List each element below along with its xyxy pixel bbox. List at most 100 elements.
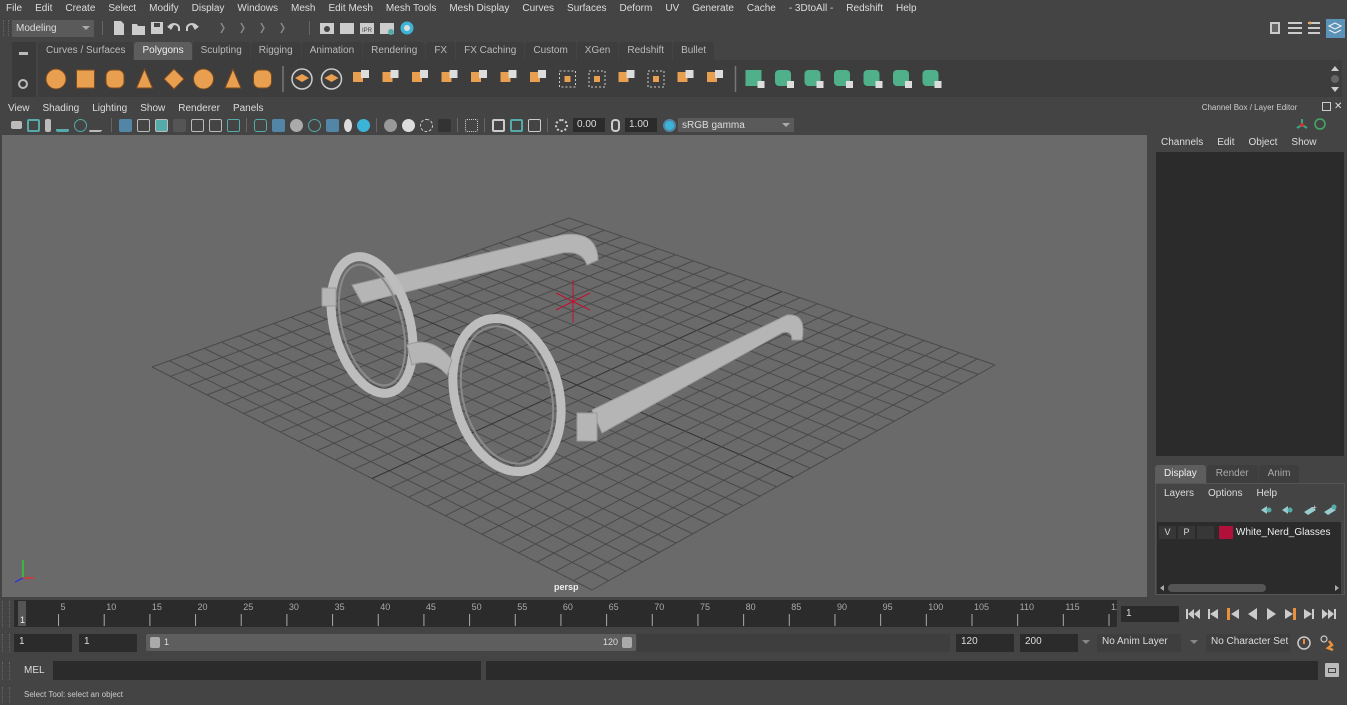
panel-menu-renderer[interactable]: Renderer [178,103,220,114]
menu-redshift[interactable]: Redshift [846,3,883,14]
extract-icon[interactable] [412,69,428,82]
uv-automatic-icon[interactable] [834,69,853,88]
quad-draw-icon[interactable] [707,69,723,82]
layer-menu-options[interactable]: Options [1208,488,1242,499]
exposure-field[interactable]: 0.00 [573,118,605,132]
layer-playback-toggle[interactable]: P [1178,525,1195,539]
playback-start-field[interactable]: 1 [79,634,137,652]
layer-visibility-toggle[interactable]: V [1159,525,1176,539]
layer-tab-render[interactable]: Render [1206,465,1258,483]
menu-cache[interactable]: Cache [747,3,776,14]
layer-tab-anim[interactable]: Anim [1258,465,1300,483]
character-set-select[interactable]: No Character Set [1206,634,1290,652]
shelf-tab-custom[interactable]: Custom [525,42,576,60]
scroll-left-icon[interactable] [1160,585,1164,591]
shelf-tab-redshift[interactable]: Redshift [619,42,673,60]
grid-icon[interactable] [118,118,132,132]
new-scene-icon[interactable] [114,21,124,35]
layer-menu-help[interactable]: Help [1256,488,1277,499]
panel-menu-show[interactable]: Show [140,103,165,114]
field-chart-icon[interactable] [190,118,204,132]
anim-layer-dropdown-arrow[interactable] [1082,640,1090,644]
menu-mesh-tools[interactable]: Mesh Tools [386,3,436,14]
scroll-right-icon[interactable] [1335,585,1339,591]
attribute-editor-icon[interactable] [1288,22,1302,34]
poly-sphere-icon[interactable] [45,68,67,89]
wireframe-on-shaded-icon[interactable] [307,118,321,132]
anim-layer-select[interactable]: No Anim Layer [1097,634,1181,652]
shelf-tab-fx[interactable]: FX [426,42,456,60]
undo-icon[interactable] [167,23,180,31]
append-icon[interactable] [618,69,635,82]
move-layer-down-icon[interactable] [1282,506,1293,514]
shelf-tab-bullet[interactable]: Bullet [673,42,715,60]
view-transform-select[interactable]: sRGB gamma [678,118,794,132]
play-forwards-icon[interactable] [1267,608,1276,620]
menu-mesh[interactable]: Mesh [291,3,315,14]
gate-mask-icon[interactable] [172,118,186,132]
render-frame-icon[interactable] [340,23,354,34]
range-start-handle[interactable] [150,637,160,648]
poly-cone-icon[interactable] [135,67,154,88]
screen-space-ao-icon[interactable] [383,118,397,132]
poly-plane-icon[interactable] [163,67,185,90]
safe-title-icon[interactable] [226,118,240,132]
layer-menu-layers[interactable]: Layers [1164,488,1194,499]
poly-pipe-icon[interactable] [253,69,272,88]
grease-pencil-icon[interactable] [87,118,109,132]
layer-hscrollbar[interactable] [1158,583,1341,593]
default-material-icon[interactable] [289,118,303,132]
poly-torus-icon[interactable] [193,68,214,89]
layer-name[interactable]: White_Nerd_Glasses [1236,527,1330,538]
target-weld-icon[interactable] [647,70,665,87]
menu-generate[interactable]: Generate [692,3,734,14]
menu-edit[interactable]: Edit [35,3,52,14]
channel-box-area[interactable] [1156,152,1344,456]
step-back-frame-icon[interactable] [1208,609,1218,619]
uv-spherical-icon[interactable] [804,69,824,88]
new-layer-selected-icon[interactable] [1324,504,1337,516]
multi-cut-icon[interactable] [471,69,487,82]
animation-preferences-icon[interactable] [1320,635,1334,652]
range-slider[interactable]: 1 120 [146,634,636,651]
gamma-icon[interactable] [610,118,620,132]
render-view-icon[interactable] [320,23,334,34]
play-backwards-icon[interactable] [1248,608,1257,620]
bookmark-icon[interactable] [44,118,51,132]
shelf-tab-curves-surfaces[interactable]: Curves / Surfaces [38,42,134,60]
gear-icon[interactable] [18,79,28,89]
resolution-gate-icon[interactable] [154,118,168,132]
anti-aliasing-icon[interactable] [419,118,433,132]
script-editor-icon[interactable] [1325,663,1339,677]
bridge-icon[interactable] [530,69,546,82]
range-end-handle[interactable] [622,637,632,648]
extrude-icon[interactable] [500,69,517,82]
go-to-end-icon[interactable] [1322,609,1336,619]
color-management-icon[interactable] [662,118,676,132]
uv-cut-sew-icon[interactable] [922,69,942,88]
go-to-start-icon[interactable] [1186,609,1200,619]
redo-icon[interactable] [186,23,199,31]
menu-display[interactable]: Display [192,3,225,14]
exposure-icon[interactable] [554,118,568,132]
xray-components-icon[interactable] [527,118,541,132]
modeling-toolkit-icon[interactable] [1270,22,1280,34]
hypershade-icon[interactable] [400,21,414,35]
safe-action-icon[interactable] [208,118,222,132]
poly-pyramid-icon[interactable] [224,67,242,88]
textured-icon[interactable] [325,118,339,132]
animation-end-field[interactable]: 200 [1020,634,1078,652]
grip-handle[interactable] [2,634,10,652]
shelf-collapse-icon[interactable] [19,52,28,55]
speed-icon[interactable] [1314,118,1326,130]
wireframe-icon[interactable] [253,118,267,132]
menu-file[interactable]: File [6,3,22,14]
channel-menu-channels[interactable]: Channels [1161,137,1203,148]
layer-display-type-toggle[interactable] [1197,525,1214,539]
separate-icon[interactable] [320,67,343,90]
menu-modify[interactable]: Modify [149,3,178,14]
motion-blur-icon[interactable] [401,118,415,132]
channel-box-icon[interactable] [1326,19,1345,38]
playback-end-field[interactable]: 120 [956,634,1014,652]
panel-menu-view[interactable]: View [8,103,30,114]
